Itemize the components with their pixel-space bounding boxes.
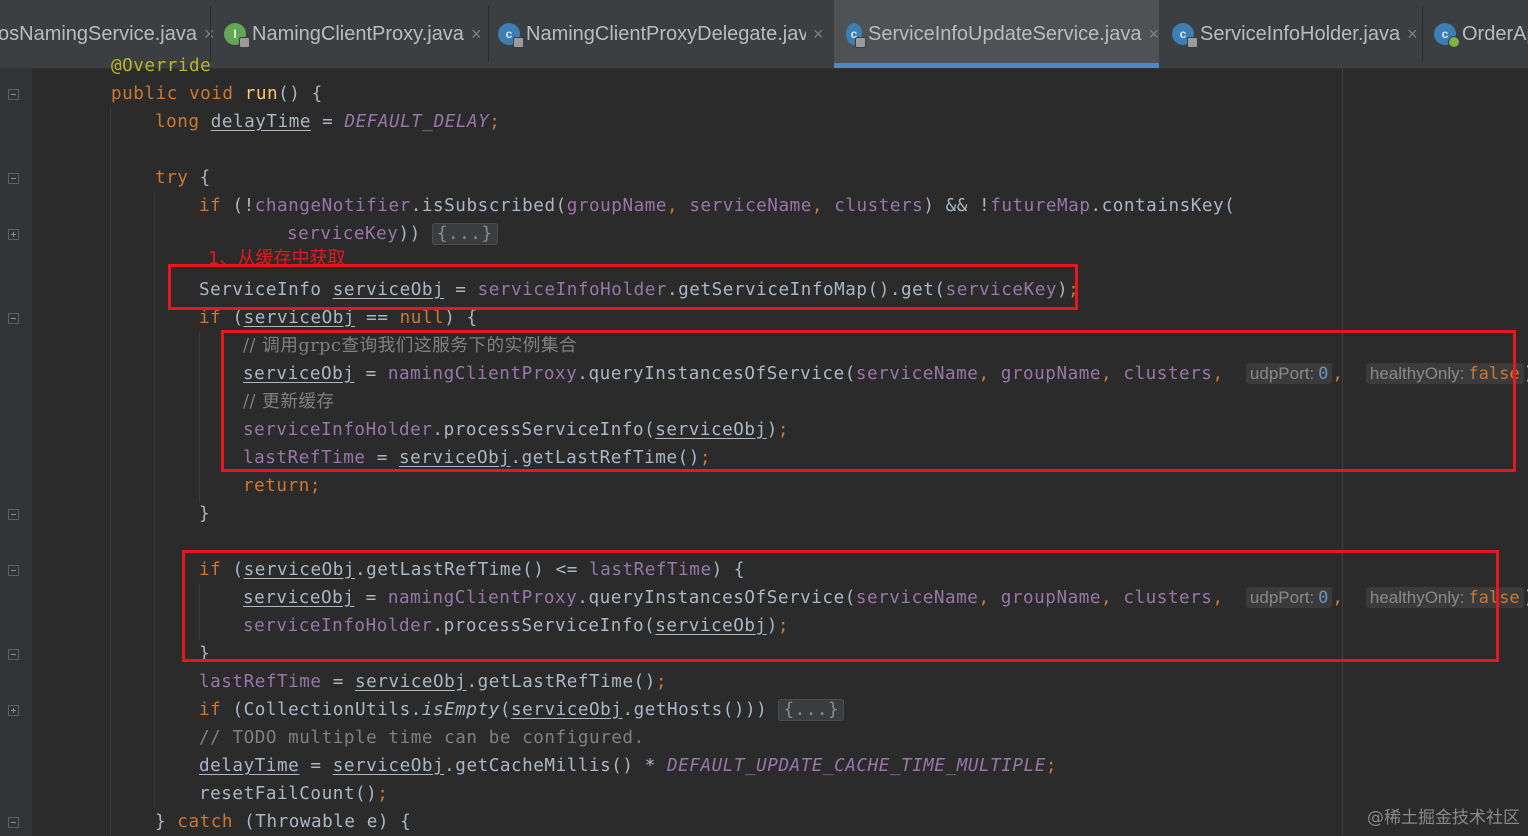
collapsed-block[interactable]: {...} (431, 223, 498, 245)
collapsed-block[interactable]: {...} (778, 699, 845, 721)
code-line-run-signature: public void run() { (111, 84, 323, 104)
code-line-reset-fail-count: resetFailCount(); (199, 784, 389, 804)
code-line-if-empty-hosts: if (CollectionUtils.isEmpty(serviceObj.g… (199, 696, 845, 724)
code-line-delay-time-assign: delayTime = serviceObj.getCacheMillis() … (199, 756, 1058, 776)
annotation-box-query-on-stale (182, 550, 1499, 662)
code-line-delay-time: long delayTime = DEFAULT_DELAY; (155, 112, 501, 132)
watermark: @稀土掘金技术社区 (1367, 808, 1520, 828)
annotation-box-cache-lookup (168, 264, 1078, 310)
code-line-try: try { (155, 168, 211, 188)
code-line-close-brace: } (199, 504, 211, 524)
code-line-return: return; (243, 476, 321, 496)
annotation-box-query-on-miss (221, 330, 1516, 472)
code-line-annotation: @Override (111, 56, 212, 76)
code-line-last-ref-time-2: lastRefTime = serviceObj.getLastRefTime(… (199, 672, 668, 692)
code-line-if-subscribed: if (!changeNotifier.isSubscribed(groupNa… (199, 196, 1236, 216)
code-line-comment-todo: // TODO multiple time can be configured. (199, 728, 645, 748)
code-line-catch: } catch (Throwable e) { (155, 812, 412, 832)
